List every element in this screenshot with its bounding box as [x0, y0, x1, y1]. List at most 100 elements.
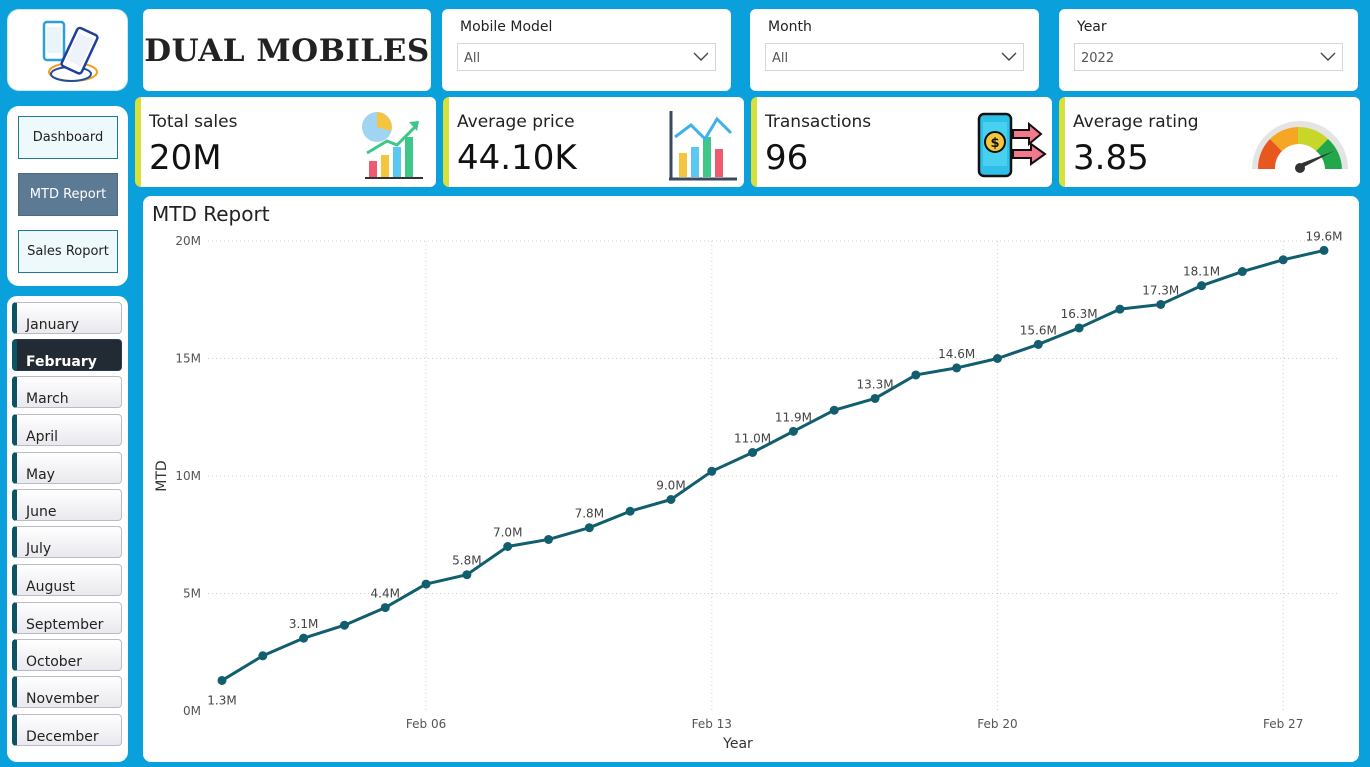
nav-dashboard-button[interactable]: Dashboard	[18, 116, 118, 159]
data-label: 5.8M	[452, 554, 481, 568]
month-september-button[interactable]: September	[12, 602, 122, 634]
slicer-label: Mobile Model	[460, 19, 553, 35]
data-point	[992, 354, 1002, 363]
year-dropdown[interactable]: 2022	[1074, 43, 1343, 71]
chevron-down-icon	[693, 52, 709, 61]
month-august-button[interactable]: August	[12, 564, 122, 596]
kpi-label: Average price	[457, 112, 575, 132]
nav-mtd-report-button[interactable]: MTD Report	[18, 173, 118, 216]
kpi-label: Transactions	[765, 112, 872, 132]
kpi-average-rating: Average rating 3.85	[1059, 97, 1360, 187]
data-label: 15.6M	[1020, 323, 1057, 337]
mtd-line-chart: 0M 5M 10M 15M 20M Feb 06 Feb 13 Feb 20 Feb 27 Yea…	[154, 229, 1343, 752]
month-april-button[interactable]: April	[12, 414, 122, 446]
x-axis-label: Year	[722, 736, 753, 752]
svg-text:$: $	[990, 136, 999, 151]
kpi-total-sales: Total sales 20M	[135, 97, 436, 187]
kpi-value: 20M	[149, 138, 222, 178]
nav-sales-report-button[interactable]: Sales Roport	[18, 230, 118, 273]
data-point	[829, 405, 839, 415]
data-label: 18.1M	[1183, 265, 1220, 279]
data-label: 17.3M	[1142, 283, 1179, 297]
month-label: October	[26, 654, 83, 670]
kpi-transactions: Transactions 96 $	[751, 97, 1052, 187]
data-point	[870, 393, 880, 403]
data-label: 9.0M	[656, 479, 685, 493]
month-label: July	[26, 541, 52, 557]
kpi-label: Average rating	[1073, 112, 1199, 132]
month-december-button[interactable]: December	[12, 714, 122, 746]
dropdown-value: 2022	[1081, 51, 1115, 66]
y-tick-label: 20M	[175, 234, 201, 248]
chevron-down-icon	[1001, 52, 1017, 61]
y-axis-label: MTD	[154, 460, 170, 491]
bar-chart-trend-icon	[669, 111, 737, 181]
month-may-button[interactable]: May	[12, 452, 122, 484]
data-point	[421, 579, 431, 589]
data-point	[707, 466, 717, 476]
data-point	[1197, 281, 1207, 291]
month-label: December	[26, 729, 99, 745]
slicer-label: Month	[768, 19, 812, 35]
month-november-button[interactable]: November	[12, 676, 122, 708]
data-point	[217, 675, 227, 685]
month-dropdown[interactable]: All	[765, 43, 1024, 71]
data-point	[625, 506, 635, 516]
data-label: 14.6M	[938, 347, 975, 361]
bar-chart-growth-icon	[362, 112, 423, 179]
kpi-average-price: Average price 44.10K	[443, 97, 744, 187]
title-card: DUAL MOBILES	[143, 9, 431, 91]
app-logo	[7, 9, 128, 91]
dropdown-value: All	[772, 51, 789, 66]
data-point	[503, 542, 513, 551]
mtd-line	[221, 248, 1325, 682]
data-point	[911, 370, 921, 380]
data-label: 7.0M	[493, 526, 522, 540]
month-label: February	[26, 354, 97, 370]
data-point	[299, 633, 309, 643]
month-january-button[interactable]: January	[12, 302, 122, 334]
data-point	[1278, 255, 1288, 265]
month-june-button[interactable]: June	[12, 489, 122, 521]
data-point	[788, 426, 798, 436]
month-label: August	[26, 579, 75, 595]
data-point	[584, 523, 594, 533]
data-point	[748, 448, 758, 457]
month-july-button[interactable]: July	[12, 526, 122, 558]
kpi-value: 3.85	[1073, 138, 1149, 178]
month-label: November	[26, 691, 99, 707]
x-tick-label: Feb 06	[406, 717, 446, 731]
month-slicer: Month All	[750, 9, 1039, 91]
kpi-label: Total sales	[149, 112, 238, 132]
month-march-button[interactable]: March	[12, 376, 122, 408]
month-label: January	[26, 317, 80, 333]
y-tick-label: 15M	[175, 352, 201, 366]
dropdown-value: All	[464, 51, 481, 66]
month-label: April	[26, 429, 58, 445]
x-tick-label: Feb 27	[1263, 717, 1303, 731]
data-label: 16.3M	[1061, 307, 1098, 321]
month-label: March	[26, 391, 69, 407]
x-tick-label: Feb 20	[977, 717, 1017, 731]
data-point	[339, 620, 349, 630]
y-tick-label: 5M	[183, 587, 201, 601]
data-point	[462, 570, 472, 580]
data-point	[1033, 339, 1043, 349]
gauge-icon	[1252, 121, 1348, 173]
month-label: June	[26, 504, 57, 520]
kpi-value: 44.10K	[457, 138, 577, 178]
data-label: 7.8M	[575, 507, 604, 521]
data-point	[1319, 245, 1329, 255]
month-october-button[interactable]: October	[12, 639, 122, 671]
data-point	[1237, 267, 1247, 277]
data-point	[1115, 304, 1125, 314]
mobile-model-dropdown[interactable]: All	[457, 43, 716, 71]
phone-payment-icon: $	[977, 112, 1047, 178]
data-label: 13.3M	[856, 377, 893, 391]
kpi-value: 96	[765, 138, 809, 178]
chevron-down-icon	[1320, 52, 1336, 61]
y-tick-label: 10M	[175, 469, 201, 483]
data-label: 3.1M	[289, 617, 318, 631]
month-label: May	[26, 467, 55, 483]
month-february-button[interactable]: February	[12, 339, 122, 371]
